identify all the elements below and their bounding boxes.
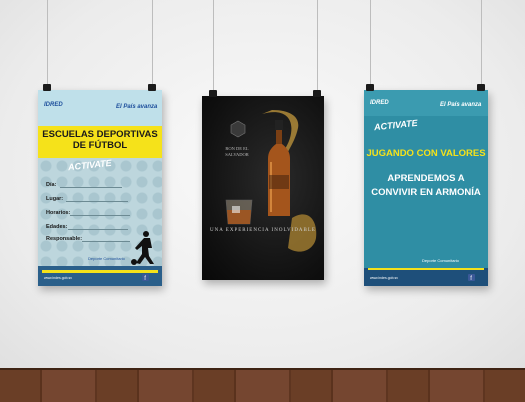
field-day: Día:: [46, 182, 57, 188]
field-responsible: Responsable:: [46, 236, 83, 242]
wire: [317, 0, 318, 92]
rum-brand: RON DE EL SALVADOR: [225, 146, 249, 157]
poster-rum-ad: RON DE EL SALVADOR UNA EXPERIENCIA INOLV…: [202, 96, 324, 280]
wood-floor: [0, 368, 525, 402]
field-line: [66, 201, 128, 202]
poster-title: ESCUELAS DEPORTIVAS DE FÚTBOL: [42, 129, 158, 151]
facebook-icon: f: [142, 274, 149, 281]
activate-brand: ACTIVATE: [373, 117, 419, 133]
wire: [152, 0, 153, 86]
logo-government: El País avanza: [440, 102, 482, 108]
clip-icon: [43, 84, 51, 91]
clip-icon: [313, 90, 321, 97]
soccer-player-icon: [131, 231, 154, 265]
field-line: [82, 241, 130, 242]
clip-icon: [366, 84, 374, 91]
glass-icon: [225, 199, 253, 225]
logo-indes: IDRED: [370, 100, 389, 106]
footer-accent: [368, 268, 484, 270]
field-line: [68, 229, 128, 230]
footer-logo-text: Deporte Comunitario: [422, 258, 459, 263]
field-place: Lugar:: [46, 196, 64, 202]
footer-logo-text: Deporte Comunitario: [88, 256, 125, 261]
logo-indes: IDRED: [44, 102, 63, 108]
poster-sports-schools: IDRED El País avanza ESCUELAS DEPORTIVAS…: [38, 90, 162, 286]
seal-icon: [230, 120, 246, 138]
body-text: APRENDEMOS A CONVIVIR EN ARMONÍA: [371, 173, 481, 198]
footer-accent: [42, 270, 158, 273]
field-schedule: Horarios:: [46, 210, 71, 216]
field-line: [70, 215, 130, 216]
wire: [481, 0, 482, 86]
wire: [370, 0, 371, 86]
headline: JUGANDO CON VALORES: [366, 148, 486, 159]
field-ages: Edades:: [46, 224, 68, 230]
clip-icon: [209, 90, 217, 97]
wire: [47, 0, 48, 86]
poster-values: IDRED El País avanza ACTIVATE JUGANDO CO…: [364, 90, 488, 286]
logo-government: El País avanza: [116, 104, 158, 110]
clip-icon: [477, 84, 485, 91]
bottle-icon: [268, 120, 290, 216]
clip-icon: [148, 84, 156, 91]
footer-web: www.indes.gob.sv: [44, 276, 73, 280]
footer-web: www.indes.gob.sv: [370, 276, 399, 280]
tagline: UNA EXPERIENCIA INOLVIDABLE: [210, 228, 316, 233]
field-line: [60, 187, 122, 188]
wire: [213, 0, 214, 92]
facebook-icon: f: [468, 274, 475, 281]
